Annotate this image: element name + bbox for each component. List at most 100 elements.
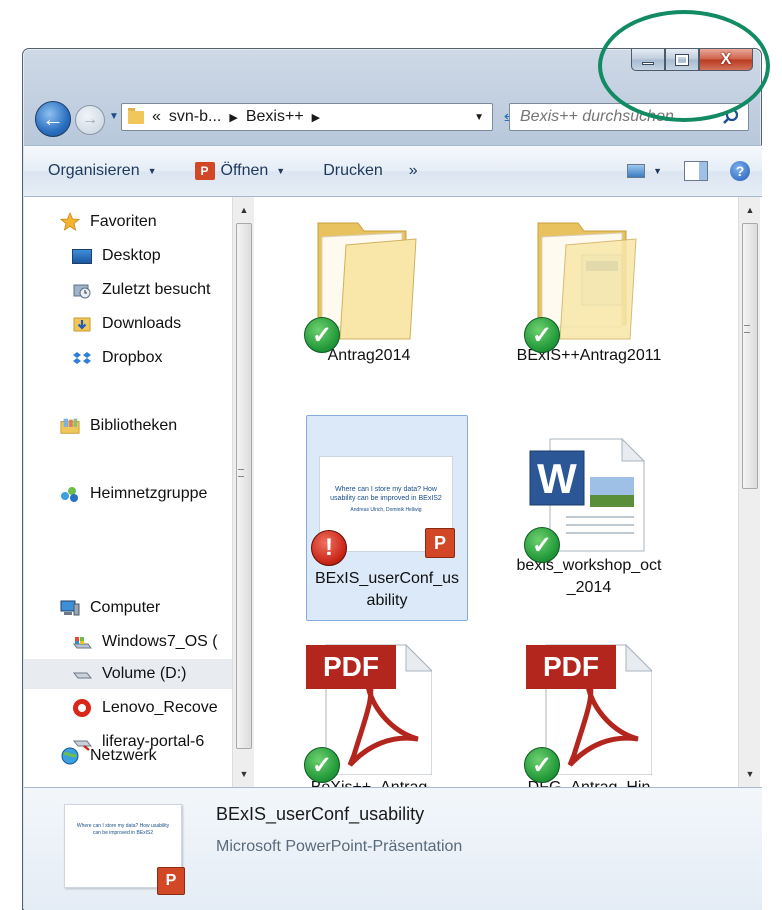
nav-item-libraries[interactable]: Bibliotheken	[60, 411, 177, 441]
dropbox-icon	[72, 348, 92, 368]
forward-button[interactable]: →	[75, 105, 105, 135]
window-controls: X	[631, 49, 753, 71]
file-item-bexis-antrag-pdf[interactable]: PDF ✓ BeXis++_Antrag	[288, 625, 450, 787]
breadcrumb-chevron-icon[interactable]: ▶	[229, 111, 237, 124]
search-input[interactable]	[520, 108, 710, 126]
nav-label: Desktop	[102, 247, 161, 264]
command-bar: Organisieren ▼ P Öffnen ▼ Drucken » ▼ ?	[24, 145, 762, 197]
nav-label: Windows7_OS (	[102, 633, 218, 650]
svn-conflict-icon: !	[311, 530, 347, 566]
downloads-folder-icon	[72, 314, 92, 334]
maximize-button[interactable]	[665, 49, 699, 71]
nav-label: Heimnetzgruppe	[90, 485, 208, 502]
nav-scroll-thumb[interactable]	[236, 223, 252, 749]
file-name: BExIS_userConf_usability	[314, 570, 460, 609]
svn-ok-icon: ✓	[304, 747, 340, 783]
close-icon: X	[720, 50, 732, 68]
file-item-bexis-workshop[interactable]: W ✓ bexis_workshop_oct_2014	[508, 415, 670, 621]
powerpoint-icon: P	[425, 528, 455, 558]
nav-label: Netzwerk	[90, 747, 157, 764]
print-label: Drucken	[323, 162, 383, 179]
scroll-down-icon[interactable]: ▼	[233, 763, 255, 785]
nav-item-downloads[interactable]: Downloads	[72, 309, 181, 339]
breadcrumb-bexis[interactable]: Bexis++	[246, 108, 304, 126]
content-scrollbar[interactable]: ▲ ▼	[738, 197, 760, 787]
nav-label: Favoriten	[90, 213, 157, 230]
organize-label: Organisieren	[48, 162, 140, 179]
scroll-grip	[238, 469, 244, 477]
scroll-up-icon[interactable]: ▲	[233, 199, 255, 221]
file-list: ✓ Antrag2014 ✓ BExIS++Antrag2011 Where c…	[256, 197, 738, 787]
details-file-name: BExIS_userConf_usability	[216, 804, 425, 824]
window-body: Favoriten Desktop Zuletzt besucht Downlo…	[24, 197, 762, 787]
nav-item-favorites[interactable]: Favoriten	[60, 207, 157, 237]
open-button[interactable]: P Öffnen ▼	[167, 146, 296, 196]
nav-item-drive-c[interactable]: Windows7_OS (	[72, 627, 218, 657]
thumbnail: PDF ✓	[304, 635, 434, 783]
nav-item-recent[interactable]: Zuletzt besucht	[72, 275, 211, 305]
file-item-bexis-antrag2011[interactable]: ✓ BExIS++Antrag2011	[508, 205, 670, 411]
file-item-userconf-usability[interactable]: Where can I store my data? How usability…	[306, 415, 468, 621]
pdf-label: PDF	[526, 645, 616, 689]
svn-ok-icon: ✓	[524, 527, 560, 563]
nav-item-dropbox[interactable]: Dropbox	[72, 343, 162, 373]
nav-item-desktop[interactable]: Desktop	[72, 241, 161, 271]
breadcrumb-svn[interactable]: svn-b...	[169, 108, 221, 126]
toolbar-right-group: ▼ ?	[627, 146, 750, 196]
address-dropdown-icon[interactable]: ▼	[474, 112, 484, 123]
chevron-down-icon: ▼	[147, 166, 157, 176]
file-item-antrag2014[interactable]: ✓ Antrag2014	[288, 205, 450, 411]
thumbnail: ✓	[304, 215, 432, 353]
nav-item-homegroup[interactable]: Heimnetzgruppe	[60, 479, 207, 509]
details-thumbnail: Where can I store my data? How usability…	[64, 804, 185, 895]
powerpoint-icon: P	[194, 162, 215, 180]
address-bar[interactable]: « svn-b... ▶ Bexis++ ▶ ▼	[121, 103, 493, 131]
search-box[interactable]	[509, 103, 749, 131]
preview-pane-button[interactable]	[684, 161, 708, 181]
print-button[interactable]: Drucken	[295, 146, 393, 196]
minimize-button[interactable]	[631, 49, 665, 71]
open-label: Öffnen	[220, 162, 269, 179]
network-globe-icon	[60, 746, 80, 766]
breadcrumb-overflow[interactable]: «	[152, 108, 161, 126]
nav-scrollbar[interactable]: ▲ ▼	[232, 197, 254, 787]
recent-places-icon	[72, 280, 92, 300]
svn-ok-icon: ✓	[304, 317, 340, 353]
thumbnail: PDF ✓	[524, 635, 654, 783]
address-row: ← → ▼ « svn-b... ▶ Bexis++ ▶ ▼ ⇆	[23, 93, 761, 143]
more-icon: »	[408, 162, 418, 179]
nav-label: Volume (D:)	[102, 665, 187, 682]
change-view-button[interactable]: ▼	[627, 164, 662, 178]
scroll-down-icon[interactable]: ▼	[739, 763, 761, 785]
help-icon[interactable]: ?	[730, 161, 750, 181]
scroll-up-icon[interactable]: ▲	[739, 199, 761, 221]
back-button[interactable]: ←	[35, 101, 71, 137]
content-scroll-thumb[interactable]	[742, 223, 758, 489]
explorer-window: X ← → ▼ « svn-b... ▶ Bexis++ ▶ ▼ ⇆ Organ…	[22, 48, 762, 910]
breadcrumb-chevron-icon[interactable]: ▶	[312, 111, 320, 124]
nav-item-recovery[interactable]: Lenovo_Recove	[72, 693, 218, 723]
thumbnail: ✓	[524, 215, 652, 353]
desktop-icon	[72, 246, 92, 266]
scroll-grip	[744, 325, 750, 333]
details-slide-title: Where can I store my data? How usability…	[76, 823, 170, 836]
chevron-down-icon: ▼	[276, 166, 286, 176]
navigation-pane: Favoriten Desktop Zuletzt besucht Downlo…	[24, 197, 232, 787]
slide-subtitle: Andreas Ulrich, Dominik Hellwig	[350, 507, 422, 513]
file-item-dfg-antrag-pdf[interactable]: PDF ✓ DFG_Antrag_Hin	[508, 625, 670, 787]
recent-pages-dropdown[interactable]: ▼	[109, 111, 119, 122]
nav-item-network[interactable]: Netzwerk	[60, 741, 157, 771]
svg-text:W: W	[537, 455, 577, 502]
close-button[interactable]: X	[699, 49, 753, 71]
maximize-icon	[675, 53, 689, 66]
thumbnail: Where can I store my data? How usability…	[311, 456, 461, 566]
nav-item-drive-d[interactable]: Volume (D:)	[24, 659, 232, 689]
nav-label: Downloads	[102, 315, 182, 332]
powerpoint-icon: P	[157, 867, 185, 895]
more-commands-button[interactable]: »	[393, 146, 428, 196]
organize-button[interactable]: Organisieren ▼	[24, 146, 167, 196]
svn-ok-icon: ✓	[524, 747, 560, 783]
nav-item-computer[interactable]: Computer	[60, 593, 160, 623]
forward-arrow-icon: →	[82, 111, 98, 128]
search-icon[interactable]	[722, 108, 740, 126]
